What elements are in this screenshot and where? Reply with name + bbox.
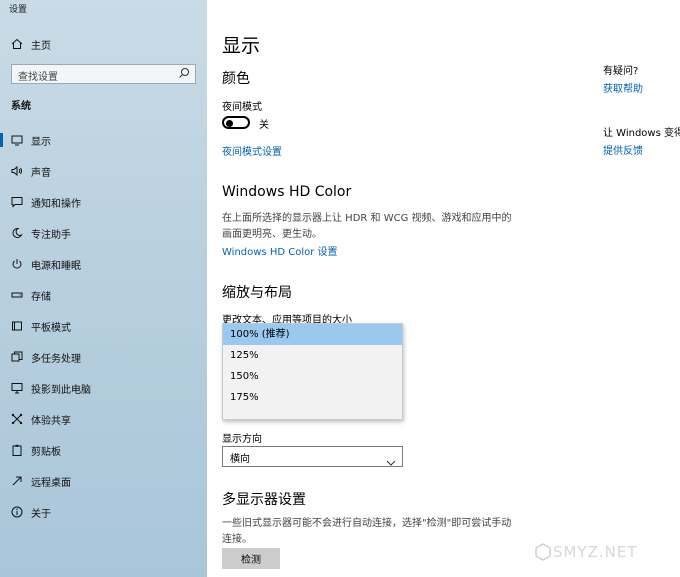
power-icon <box>9 258 25 270</box>
scale-heading: 缩放与布局 <box>222 285 292 301</box>
sidebar-item-sound[interactable]: 声音 <box>0 157 207 185</box>
watermark-logo-icon <box>535 543 551 565</box>
scale-option[interactable]: 175% <box>223 387 402 408</box>
sidebar: 设置 主页 系统 显示 声音 通知和操作 专注助手 <box>0 0 207 577</box>
night-mode-toggle[interactable] <box>222 116 250 129</box>
section-label: 系统 <box>11 101 31 112</box>
orientation-label: 显示方向 <box>222 434 262 445</box>
improve-windows-text: 让 Windows 变得更好 <box>603 128 680 139</box>
sidebar-item-storage[interactable]: 存储 <box>0 281 207 309</box>
search-box[interactable] <box>11 64 196 87</box>
message-icon <box>9 196 25 208</box>
orientation-value: 横向 <box>230 454 250 465</box>
sidebar-item-multitasking[interactable]: 多任务处理 <box>0 343 207 371</box>
night-mode-settings-link[interactable]: 夜间模式设置 <box>222 143 282 158</box>
share-icon <box>9 413 25 425</box>
sidebar-item-power[interactable]: 电源和睡眠 <box>0 250 207 278</box>
hdr-heading: Windows HD Color <box>222 184 352 200</box>
speaker-icon <box>9 165 25 177</box>
home-icon <box>9 38 25 50</box>
sidebar-item-label: 远程桌面 <box>31 477 71 489</box>
sidebar-item-label: 多任务处理 <box>31 353 81 365</box>
watermark: SMYZ.NET <box>553 543 638 561</box>
sidebar-item-label: 关于 <box>31 508 51 520</box>
sidebar-item-label: 平板模式 <box>31 322 71 334</box>
sidebar-item-home[interactable]: 主页 <box>0 30 207 58</box>
sidebar-item-label: 显示 <box>31 136 51 148</box>
search-input[interactable] <box>12 68 172 87</box>
moon-icon <box>9 227 25 239</box>
sidebar-item-label: 剪贴板 <box>31 446 61 458</box>
remote-icon <box>9 475 25 487</box>
sidebar-item-remote-desktop[interactable]: 远程桌面 <box>0 467 207 495</box>
active-indicator <box>0 133 3 147</box>
search-icon[interactable] <box>178 67 190 82</box>
sidebar-item-label: 电源和睡眠 <box>31 260 81 272</box>
sidebar-item-clipboard[interactable]: 剪贴板 <box>0 436 207 464</box>
chevron-down-icon <box>386 452 396 471</box>
scale-option[interactable]: 150% <box>223 366 402 387</box>
sidebar-item-tablet-mode[interactable]: 平板模式 <box>0 312 207 340</box>
get-help-link[interactable]: 获取帮助 <box>603 80 680 95</box>
drive-icon <box>9 289 25 301</box>
sidebar-item-label: 通知和操作 <box>31 198 81 210</box>
sidebar-item-display[interactable]: 显示 <box>0 126 207 154</box>
help-question: 有疑问? <box>603 66 639 77</box>
sidebar-item-notifications[interactable]: 通知和操作 <box>0 188 207 216</box>
multitask-icon <box>9 351 25 363</box>
sidebar-item-project[interactable]: 投影到此电脑 <box>0 374 207 402</box>
sidebar-item-label: 专注助手 <box>31 229 71 241</box>
monitor-icon <box>9 134 25 146</box>
feedback-link[interactable]: 提供反馈 <box>603 142 680 157</box>
tablet-icon <box>9 320 25 332</box>
sidebar-item-label: 存储 <box>31 291 51 303</box>
multi-display-heading: 多显示器设置 <box>222 492 306 508</box>
detect-button[interactable]: 检测 <box>222 548 280 569</box>
sidebar-item-label: 声音 <box>31 167 51 179</box>
sidebar-item-label: 主页 <box>31 40 51 52</box>
night-mode-label: 夜间模式 <box>222 102 262 113</box>
main-content: 显示 颜色 夜间模式 关 夜间模式设置 Windows HD Color 在上面… <box>207 0 680 577</box>
hdr-settings-link[interactable]: Windows HD Color 设置 <box>222 243 338 258</box>
project-icon <box>9 382 25 394</box>
clipboard-icon <box>9 444 25 456</box>
scale-option[interactable]: 125% <box>223 345 402 366</box>
scale-dropdown-list[interactable]: 100% (推荐) 125% 150% 175% <box>222 323 403 420</box>
sidebar-item-focus-assist[interactable]: 专注助手 <box>0 219 207 247</box>
toggle-knob <box>226 119 233 127</box>
night-mode-state: 关 <box>259 120 269 131</box>
color-heading: 颜色 <box>222 71 250 87</box>
sidebar-item-about[interactable]: 关于 <box>0 498 207 526</box>
hdr-description: 在上面所选择的显示器上让 HDR 和 WCG 视频、游戏和应用中的画面更明亮、更… <box>222 213 512 240</box>
sidebar-item-label: 体验共享 <box>31 415 71 427</box>
sidebar-item-label: 投影到此电脑 <box>31 384 91 396</box>
multi-display-description: 一些旧式显示器可能不会进行自动连接，选择"检测"即可尝试手动连接。 <box>222 518 512 545</box>
orientation-select[interactable]: 横向 <box>222 446 403 467</box>
scale-option[interactable]: 100% (推荐) <box>223 324 402 345</box>
info-icon <box>9 506 25 518</box>
sidebar-item-shared-experiences[interactable]: 体验共享 <box>0 405 207 433</box>
page-title: 显示 <box>222 35 261 57</box>
app-title: 设置 <box>9 5 28 15</box>
